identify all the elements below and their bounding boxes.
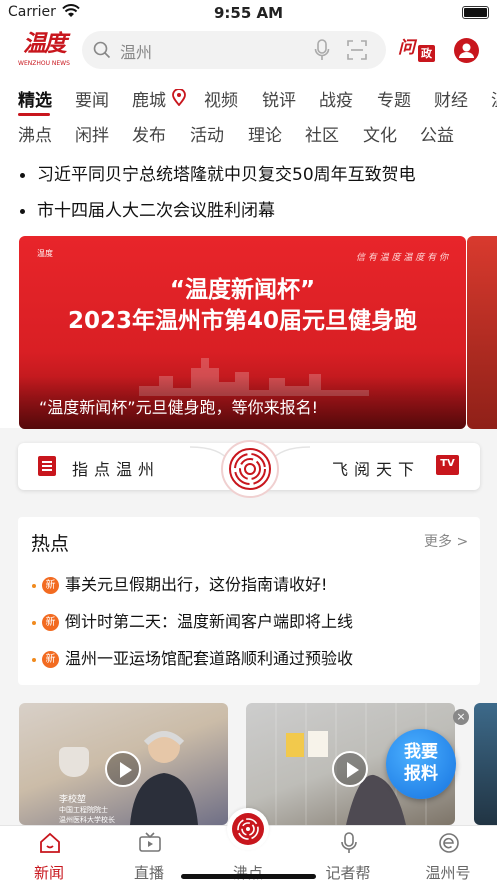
nameplate-title2: 温州医科大学校长 <box>59 816 115 824</box>
fingerprint-icon <box>229 448 271 490</box>
tab-label: 直播 <box>133 864 164 882</box>
logo-text: 温度 <box>23 30 67 57</box>
video-nameplate: 李校堃 中国工程院院士 温州医科大学校长 <box>59 795 115 825</box>
video-card[interactable]: 李校堃 中国工程院院士 温州医科大学校长 <box>19 703 228 825</box>
tv-icon[interactable]: TV <box>436 455 459 475</box>
tab-label: 新闻 <box>33 864 64 882</box>
wenzheng-button[interactable]: 问 政 <box>398 35 436 69</box>
feiyue-tianxia-link[interactable]: 飞阅天下 <box>332 456 420 480</box>
tab-ruiping[interactable]: 锐评 <box>262 86 296 111</box>
zhidian-wenzhou-link[interactable]: 指点温州 <box>72 456 160 480</box>
channel-tabs: 精选 要闻 鹿城 视频 锐评 战疫 专题 财经 温 沸点 闲拌 发布 活动 理论… <box>0 78 497 150</box>
wenzheng-q: 问 <box>398 38 415 58</box>
bullet-dot <box>32 620 36 625</box>
hot-item-text: 温州一亚运场馆配套道路顺利通过预验收 <box>65 649 354 668</box>
hot-item[interactable]: 新事关元旦假期出行，这份指南请收好! <box>32 571 327 595</box>
tab-feidian[interactable]: 沸点 <box>18 121 52 146</box>
tab-huodong[interactable]: 活动 <box>190 121 224 146</box>
top-headlines: 习近平同贝宁总统塔隆就中贝复交50周年互致贺电 市十四届人大二次会议胜利闭幕 <box>0 150 497 232</box>
hot-item[interactable]: 新温州一亚运场馆配套道路顺利通过预验收 <box>32 645 353 669</box>
banner-carousel: 温度 信 有 温 度 温 度 有 你 “温度新闻杯” 2023年温州市第40届元… <box>0 232 497 429</box>
status-bar: Carrier 9:55 AM <box>0 0 497 26</box>
tab-zhanyi[interactable]: 战疫 <box>319 86 353 111</box>
tab-gongyi[interactable]: 公益 <box>420 121 454 146</box>
tab-lucheng[interactable]: 鹿城 <box>132 86 166 111</box>
video-card-peek[interactable] <box>474 703 497 825</box>
next-banner-peek[interactable] <box>467 236 497 429</box>
bullet-dot <box>32 583 36 588</box>
tab-reporter[interactable]: 记者帮 <box>308 826 388 883</box>
active-tab-indicator <box>18 113 50 116</box>
tab-shequ[interactable]: 社区 <box>305 121 339 146</box>
banner-slide[interactable]: 温度 信 有 温 度 温 度 有 你 “温度新闻杯” 2023年温州市第40届元… <box>19 236 466 429</box>
tab-xianban[interactable]: 闲拌 <box>75 121 109 146</box>
tab-live[interactable]: 直播 <box>109 826 189 883</box>
tab-news[interactable]: 新闻 <box>9 826 89 883</box>
tab-wenzhouhao[interactable]: 温州号 <box>408 826 488 883</box>
tab-label: 记者帮 <box>325 864 371 882</box>
banner-logo-text: 温度 <box>37 249 53 258</box>
new-badge: 新 <box>42 577 59 594</box>
fingerprint-button[interactable] <box>221 440 279 498</box>
app-header: 温度 WENZHOU NEWS 温州 问 政 <box>0 26 497 78</box>
bullet-dot <box>32 657 36 662</box>
banner-caption: “温度新闻杯”元旦健身跑，等你来报名! <box>39 398 318 417</box>
tv-icon <box>139 832 161 852</box>
nameplate-name: 李校堃 <box>59 795 87 805</box>
tab-wenhua[interactable]: 文化 <box>363 121 397 146</box>
more-link[interactable]: 更多 > <box>424 531 468 551</box>
new-badge: 新 <box>42 614 59 631</box>
play-button-icon[interactable] <box>332 751 368 787</box>
home-indicator <box>181 874 316 879</box>
hot-section: 热点 更多 > 新事关元旦假期出行，这份指南请收好! 新倒计时第二天：温度新闻客… <box>18 517 480 685</box>
search-bar[interactable]: 温州 <box>82 31 386 69</box>
e-icon <box>439 833 459 853</box>
tab-caijing[interactable]: 财经 <box>434 86 468 111</box>
hot-item-text: 事关元旦假期出行，这份指南请收好! <box>65 575 328 594</box>
home-icon <box>40 832 60 853</box>
tab-lilun[interactable]: 理论 <box>248 121 282 146</box>
headline-item[interactable]: 市十四届人大二次会议胜利闭幕 <box>20 196 275 221</box>
feidian-center-button[interactable] <box>227 808 269 850</box>
fingerprint-icon <box>232 813 264 845</box>
app-logo[interactable]: 温度 WENZHOU NEWS <box>18 28 70 74</box>
hot-section-title: 热点 <box>31 533 70 555</box>
mic-icon <box>341 832 357 853</box>
wenzheng-box: 政 <box>418 45 435 62</box>
location-pin-icon <box>172 89 186 106</box>
scan-icon[interactable] <box>347 40 367 60</box>
baoliao-line2: 报料 <box>404 764 438 784</box>
search-placeholder: 温州 <box>120 43 153 62</box>
banner-calligraphy: 信 有 温 度 温 度 有 你 <box>355 253 448 263</box>
headline-item[interactable]: 习近平同贝宁总统塔隆就中贝复交50周年互致贺电 <box>20 160 416 185</box>
person-icon <box>459 43 474 58</box>
baoliao-line1: 我要 <box>404 742 438 762</box>
tab-yaowen[interactable]: 要闻 <box>75 86 109 111</box>
battery-icon <box>462 6 489 19</box>
news-document-icon <box>38 456 56 476</box>
nameplate-title: 中国工程院院士 <box>59 806 108 814</box>
tab-jingxuan[interactable]: 精选 <box>18 86 52 111</box>
hot-item[interactable]: 新倒计时第二天：温度新闻客户端即将上线 <box>32 608 353 632</box>
logo-subtext: WENZHOU NEWS <box>18 60 70 67</box>
tab-fabu[interactable]: 发布 <box>132 121 166 146</box>
hot-item-text: 倒计时第二天：温度新闻客户端即将上线 <box>65 612 354 631</box>
new-badge: 新 <box>42 651 59 668</box>
tab-label: 温州号 <box>425 864 471 882</box>
tab-shipin[interactable]: 视频 <box>204 86 238 111</box>
microphone-icon[interactable] <box>314 39 330 61</box>
banner-title-line1: “温度新闻杯” <box>169 277 316 303</box>
tab-wen[interactable]: 温 <box>491 86 497 111</box>
search-icon <box>93 41 111 59</box>
baoliao-button[interactable]: 我要 报料 <box>386 729 456 799</box>
user-avatar-icon[interactable] <box>454 38 479 63</box>
tab-label: 沸点 <box>232 864 263 882</box>
lamp-graphic <box>59 747 89 777</box>
tab-zhuanti[interactable]: 专题 <box>377 86 411 111</box>
clock: 9:55 AM <box>213 4 284 22</box>
banner-title-line2: 2023年温州市第40届元旦健身跑 <box>67 308 418 334</box>
close-icon[interactable]: × <box>453 709 469 725</box>
play-button-icon[interactable] <box>105 751 141 787</box>
